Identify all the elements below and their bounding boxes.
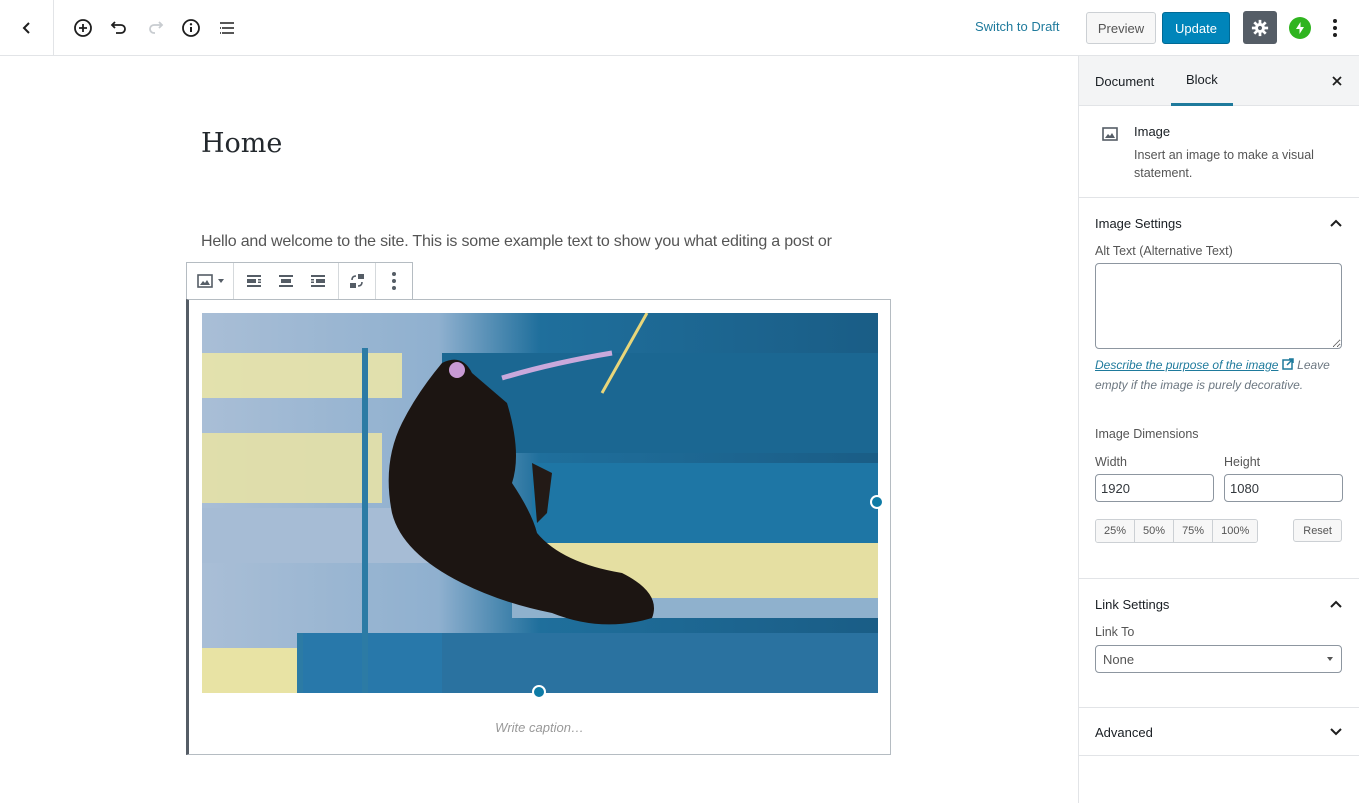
chevron-up-icon — [1330, 600, 1342, 608]
resize-handle-right[interactable] — [870, 495, 884, 509]
image-icon — [196, 274, 213, 288]
info-icon — [182, 19, 200, 37]
link-settings-title: Link Settings — [1095, 596, 1170, 612]
jetpack-icon — [1296, 22, 1304, 34]
outline-icon — [220, 22, 234, 34]
image-settings-panel: Image Settings Alt Text (Alternative Tex… — [1079, 198, 1359, 579]
link-settings-toggle[interactable]: Link Settings — [1079, 579, 1359, 629]
image-block[interactable]: Write caption… — [186, 299, 891, 755]
paragraph-block[interactable]: Hello and welcome to the site. This is s… — [201, 233, 832, 251]
chevron-down-icon — [1330, 728, 1342, 736]
redo-button[interactable] — [141, 14, 169, 42]
advanced-panel: Advanced — [1079, 708, 1359, 756]
update-button[interactable]: Update — [1162, 12, 1230, 44]
sidebar-tabs: Document Block — [1079, 56, 1359, 106]
block-toolbar — [186, 262, 413, 300]
advanced-title: Advanced — [1095, 724, 1153, 740]
add-block-icon — [74, 19, 92, 37]
settings-button[interactable] — [1243, 11, 1277, 44]
caret-down-icon — [217, 279, 224, 283]
size-25-button[interactable]: 25% — [1096, 520, 1136, 542]
preview-button[interactable]: Preview — [1086, 12, 1156, 44]
tab-document[interactable]: Document — [1080, 56, 1169, 106]
alt-text-help: Describe the purpose of the image Leave … — [1095, 355, 1343, 395]
caret-down-icon — [1327, 657, 1333, 661]
image-settings-toggle[interactable]: Image Settings — [1079, 198, 1359, 248]
align-left-button[interactable] — [238, 267, 270, 295]
cat-photo[interactable] — [202, 313, 878, 693]
more-options-group — [376, 263, 412, 299]
cat-on-blanket-image — [202, 313, 878, 693]
size-75-button[interactable]: 75% — [1174, 520, 1214, 542]
resize-handle-bottom[interactable] — [532, 685, 546, 699]
editor-canvas: Home Hello and welcome to the site. This… — [0, 56, 1078, 803]
close-icon — [1332, 76, 1342, 86]
undo-button[interactable] — [105, 14, 133, 42]
editor-header: Switch to Draft Preview Update — [0, 0, 1359, 56]
jetpack-button[interactable] — [1289, 17, 1311, 39]
block-card: Image Insert an image to make a visual s… — [1079, 106, 1359, 198]
describe-purpose-link[interactable]: Describe the purpose of the image — [1095, 358, 1278, 372]
chevron-up-icon — [1330, 219, 1342, 227]
align-center-icon — [279, 275, 293, 287]
link-to-value: None — [1103, 651, 1135, 667]
back-chevron-icon — [22, 21, 30, 34]
alignment-group — [234, 263, 339, 299]
align-center-button[interactable] — [270, 267, 302, 295]
align-right-button[interactable] — [302, 267, 334, 295]
align-left-icon — [247, 275, 261, 287]
more-vertical-icon — [1333, 19, 1337, 37]
content-info-button[interactable] — [177, 14, 205, 42]
reset-size-button[interactable]: Reset — [1293, 519, 1342, 542]
image-dimensions-label: Image Dimensions — [1095, 427, 1199, 441]
external-link-icon — [1282, 358, 1294, 370]
replace-image-button[interactable] — [343, 267, 371, 295]
switch-to-draft-link[interactable]: Switch to Draft — [975, 19, 1060, 34]
width-input[interactable] — [1095, 474, 1214, 502]
tab-block[interactable]: Block — [1171, 56, 1233, 106]
undo-icon — [110, 21, 126, 34]
caption-field[interactable]: Write caption… — [189, 720, 890, 735]
alt-text-input[interactable] — [1095, 263, 1342, 349]
size-percent-group: 25% 50% 75% 100% — [1095, 519, 1259, 543]
link-to-select[interactable]: None — [1095, 645, 1342, 673]
height-label: Height — [1224, 455, 1261, 469]
link-to-label: Link To — [1095, 625, 1135, 639]
settings-sidebar: Document Block Image Insert an image to … — [1078, 56, 1359, 803]
replace-group — [339, 263, 376, 299]
block-switcher-button[interactable] — [191, 267, 229, 295]
more-options-button[interactable] — [380, 267, 408, 295]
block-navigation-button[interactable] — [213, 14, 241, 42]
back-button[interactable] — [0, 0, 54, 55]
image-icon — [1101, 125, 1119, 148]
image-settings-title: Image Settings — [1095, 215, 1182, 231]
width-label: Width — [1095, 455, 1127, 469]
redo-icon — [149, 21, 164, 34]
height-input[interactable] — [1224, 474, 1343, 502]
block-card-description: Insert an image to make a visual stateme… — [1134, 148, 1314, 180]
link-settings-panel: Link Settings Link To None — [1079, 579, 1359, 708]
block-card-title: Image — [1134, 124, 1171, 139]
post-title[interactable]: Home — [201, 128, 282, 159]
block-switcher-group — [187, 263, 234, 299]
align-right-icon — [311, 275, 325, 287]
close-sidebar-button[interactable] — [1325, 69, 1349, 93]
size-100-button[interactable]: 100% — [1213, 520, 1258, 542]
size-50-button[interactable]: 50% — [1135, 520, 1175, 542]
alt-text-label: Alt Text (Alternative Text) — [1095, 244, 1233, 258]
more-tools-button[interactable] — [1325, 14, 1345, 42]
gear-icon — [1251, 19, 1269, 36]
advanced-toggle[interactable]: Advanced — [1079, 708, 1359, 756]
add-block-button[interactable] — [69, 14, 97, 42]
more-vertical-icon — [392, 272, 396, 290]
replace-icon — [350, 274, 364, 288]
